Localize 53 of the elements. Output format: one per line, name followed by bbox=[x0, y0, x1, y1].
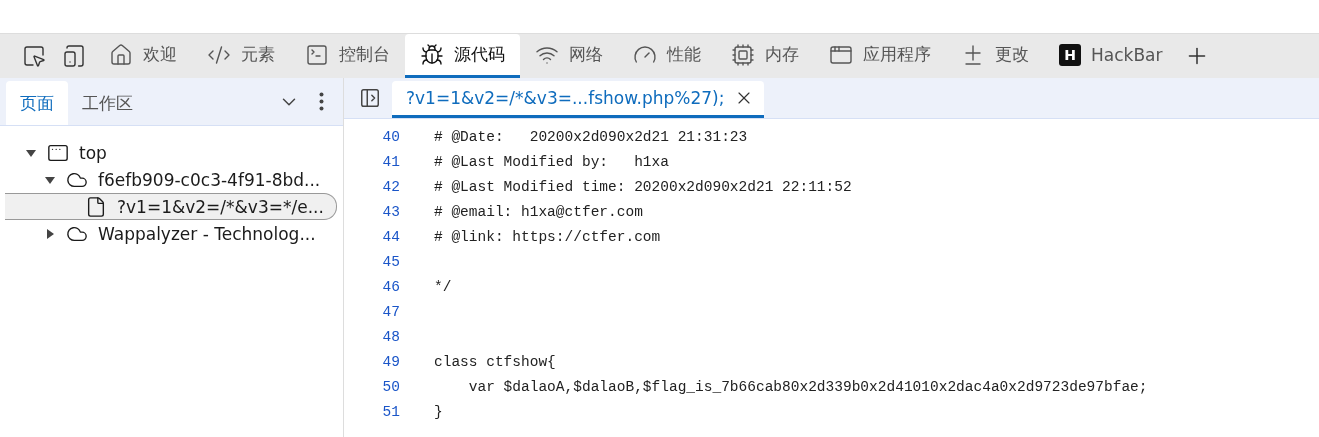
memory-icon bbox=[731, 42, 755, 67]
line-number: 42 bbox=[381, 178, 400, 195]
code-line: # @Last Modified time: 20200x2d090x2d21 22:11:52 bbox=[434, 178, 852, 195]
tree-label: f6efb909-c0c3-4f91-8bd... bbox=[98, 169, 321, 190]
devtools-tab[interactable]: 性能 bbox=[618, 34, 716, 78]
line-number: 44 bbox=[381, 228, 400, 245]
line-number: 40 bbox=[381, 128, 400, 145]
devtools-tab[interactable]: 网络 bbox=[520, 34, 618, 78]
sidebar-tab[interactable]: 页面 bbox=[6, 81, 68, 125]
code-line: class ctfshow{ bbox=[434, 353, 556, 370]
panel-icon bbox=[359, 87, 381, 109]
devtools-tab[interactable]: 欢迎 bbox=[94, 34, 192, 78]
line-number: 48 bbox=[381, 328, 400, 345]
devtools-tab[interactable]: 元素 bbox=[192, 34, 290, 78]
devtools-tab[interactable]: 内存 bbox=[716, 34, 814, 78]
devtools-tab[interactable]: 应用程序 bbox=[814, 34, 946, 78]
console-icon bbox=[305, 42, 329, 67]
sources-icon bbox=[420, 42, 444, 67]
tree-label: ?v1=1&v2=/*&v3=*/e... bbox=[117, 196, 324, 217]
code-line: # @Last Modified by: h1xa bbox=[434, 153, 669, 170]
tree-label: Wappalyzer - Technolog... bbox=[98, 223, 316, 244]
tree-item[interactable]: Wappalyzer - Technolog... bbox=[5, 220, 337, 247]
code-line: */ bbox=[434, 278, 452, 295]
devtools-tab[interactable]: 控制台 bbox=[290, 34, 405, 78]
code-line: # @email: h1xa@ctfer.com bbox=[434, 203, 643, 220]
file-tab[interactable]: ?v1=1&v2=/*&v3=...fshow.php%27); bbox=[392, 81, 765, 118]
devtools-tab[interactable]: H HackBar bbox=[1044, 34, 1178, 78]
line-number: 45 bbox=[381, 253, 400, 270]
devtools-tab[interactable]: 源代码 bbox=[405, 34, 520, 78]
more-icon bbox=[318, 92, 324, 111]
line-number: 43 bbox=[381, 203, 400, 220]
tree-label: top bbox=[79, 142, 107, 163]
devtools-tab[interactable]: 更改 bbox=[946, 34, 1044, 78]
code-line: var $dalaoA,$dalaoB,$flag_is_7b66cab80x2d339b0x2d41010x2dac4a0x2d9723de97bfae; bbox=[467, 378, 1148, 395]
tree-item[interactable]: top bbox=[5, 139, 337, 166]
line-number: 47 bbox=[381, 303, 400, 320]
file-icon bbox=[85, 195, 107, 218]
tree-item[interactable]: f6efb909-c0c3-4f91-8bd... bbox=[5, 166, 337, 193]
sidebar-tab[interactable]: 工作区 bbox=[68, 81, 147, 125]
device-icon bbox=[62, 44, 86, 68]
tree-item[interactable]: ?v1=1&v2=/*&v3=*/e... bbox=[5, 193, 337, 220]
line-number: 41 bbox=[381, 153, 400, 170]
code-line: } bbox=[434, 403, 443, 420]
code-line: # @Date: 20200x2d090x2d21 21:31:23 bbox=[434, 128, 748, 145]
line-number: 50 bbox=[381, 378, 400, 395]
line-number: 46 bbox=[381, 278, 400, 295]
extension-badge: H bbox=[1059, 43, 1081, 66]
line-number: 51 bbox=[381, 403, 400, 420]
code-line: # @link: https://ctfer.com bbox=[434, 228, 661, 245]
welcome-icon bbox=[109, 42, 133, 67]
line-number: 49 bbox=[381, 353, 400, 370]
inspect-icon bbox=[22, 44, 46, 68]
collapsed-arrow-icon[interactable] bbox=[44, 227, 56, 240]
